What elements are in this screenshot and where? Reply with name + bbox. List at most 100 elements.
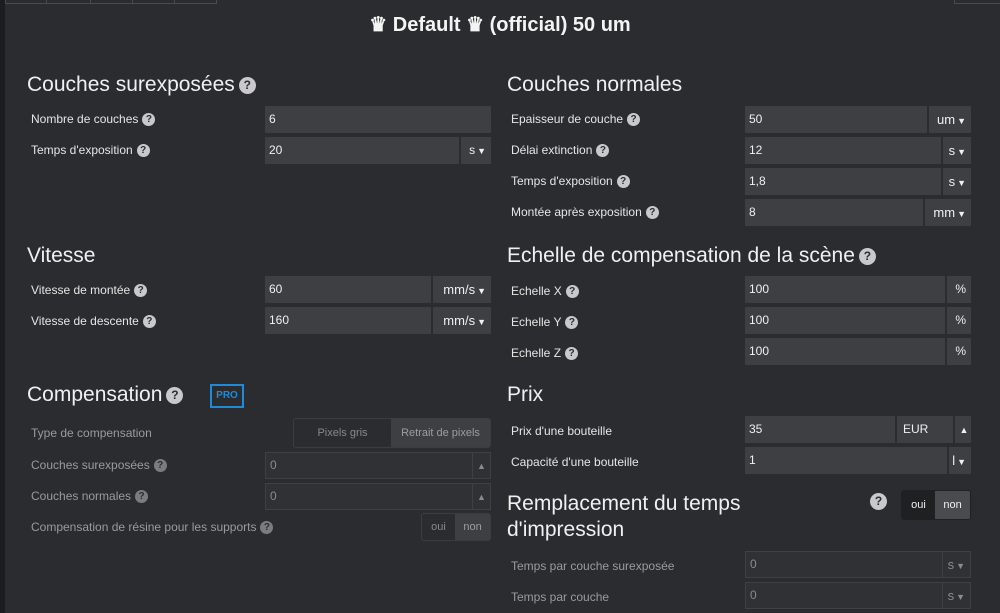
unit-dropdown[interactable]: s ▼ — [941, 137, 971, 164]
help-icon[interactable]: ? — [260, 521, 274, 535]
compensation-type-toggle[interactable]: Pixels gris Retrait de pixels — [293, 418, 491, 448]
section-price: Prix — [507, 383, 544, 406]
label-text: Nombre de couches — [31, 112, 139, 126]
toggle-no[interactable]: non — [455, 514, 490, 540]
unit-label: % — [945, 338, 971, 365]
unit-dropdown[interactable]: mm/s ▼ — [431, 276, 491, 303]
unit-dropdown[interactable]: s ▼ — [941, 168, 971, 195]
top-tab-strip[interactable] — [5, 0, 217, 4]
help-icon[interactable]: ? — [596, 144, 610, 158]
scale-z-input[interactable]: 100 % — [745, 338, 971, 365]
field-value[interactable]: 20 — [265, 137, 459, 164]
field-value[interactable]: 0 — [266, 484, 472, 509]
unit-dropdown[interactable]: s ▼ — [942, 552, 970, 577]
field-value[interactable]: 8 — [745, 199, 923, 226]
help-icon[interactable]: ? — [153, 459, 167, 473]
help-icon[interactable]: ? — [645, 206, 659, 220]
normal-exposure-input[interactable]: 1,8 s ▼ — [745, 168, 971, 195]
help-icon[interactable]: ? — [565, 285, 579, 299]
scale-z-label: Echelle Z? — [511, 345, 579, 361]
burn-exposure-input[interactable]: 20 s ▼ — [265, 137, 491, 164]
spinner[interactable]: ▲ — [953, 416, 971, 443]
section-normal-layers: Couches normales — [507, 73, 683, 96]
currency-select[interactable]: EUR — [895, 416, 953, 443]
help-icon[interactable]: ? — [858, 248, 876, 265]
help-icon[interactable]: ? — [142, 315, 156, 329]
help-icon[interactable]: ? — [142, 113, 156, 127]
scale-y-input[interactable]: 100 % — [745, 307, 971, 334]
field-value[interactable]: 35 — [745, 416, 895, 443]
label-text: Temps d'exposition — [31, 143, 133, 157]
time-override-help[interactable]: ? — [870, 493, 887, 512]
help-icon[interactable]: ? — [134, 284, 148, 298]
help-icon[interactable]: ? — [136, 144, 150, 158]
speed-down-input[interactable]: 160 mm/s ▼ — [265, 307, 491, 334]
burn-time-label: Temps par couche surexposée — [511, 559, 675, 573]
comp-normal-input[interactable]: 0 ▲ — [265, 483, 491, 510]
toggle-yes[interactable]: oui — [902, 491, 936, 519]
field-value[interactable]: 50 — [745, 106, 927, 133]
thickness-input[interactable]: 50 um ▼ — [745, 106, 971, 133]
caret-up-icon: ▲ — [959, 425, 969, 435]
bottle-capacity-input[interactable]: 1 l ▼ — [745, 447, 971, 474]
help-icon[interactable]: ? — [166, 387, 184, 404]
unit-label: % — [945, 276, 971, 303]
unit-dropdown[interactable]: l ▼ — [947, 447, 971, 474]
toggle-no[interactable]: non — [935, 491, 970, 519]
scale-x-label: Echelle X? — [511, 283, 579, 299]
unit-dropdown[interactable]: mm ▼ — [923, 199, 971, 226]
unit-dropdown[interactable]: um ▼ — [927, 106, 971, 133]
field-value[interactable]: 160 — [265, 307, 431, 334]
speed-up-input[interactable]: 60 mm/s ▼ — [265, 276, 491, 303]
field-value[interactable]: 0 — [746, 583, 942, 608]
lift-input[interactable]: 8 mm ▼ — [745, 199, 971, 226]
field-value[interactable]: 0 — [266, 453, 472, 478]
help-icon[interactable]: ? — [238, 77, 256, 94]
scale-x-input[interactable]: 100 % — [745, 276, 971, 303]
spinner[interactable]: ▲ — [472, 453, 490, 478]
help-icon[interactable]: ? — [870, 493, 887, 510]
help-icon[interactable]: ? — [565, 347, 579, 361]
section-title-line2: d'impression — [507, 518, 625, 541]
layer-time-input[interactable]: 0 s ▼ — [745, 582, 971, 609]
label-text: Echelle Z — [511, 346, 562, 360]
help-icon[interactable]: ? — [565, 316, 579, 330]
unit-text: mm — [933, 205, 956, 220]
unit-dropdown[interactable]: s ▼ — [942, 583, 970, 608]
section-burn-layers: Couches surexposées? — [27, 72, 256, 98]
section-title: Compensation — [27, 383, 163, 406]
help-icon[interactable]: ? — [135, 490, 149, 504]
help-icon[interactable]: ? — [627, 113, 641, 127]
help-icon[interactable]: ? — [616, 175, 630, 189]
field-value[interactable]: 6 — [265, 106, 491, 133]
label-text: Vitesse de montée — [31, 283, 131, 297]
burn-time-input[interactable]: 0 s ▼ — [745, 551, 971, 578]
comp-burn-input[interactable]: 0 ▲ — [265, 452, 491, 479]
section-scale: Echelle de compensation de la scène? — [507, 243, 876, 269]
unit-dropdown[interactable]: s ▼ — [459, 137, 491, 164]
field-value[interactable]: 1,8 — [745, 168, 941, 195]
burn-count-input[interactable]: 6 — [265, 106, 491, 133]
top-right-button[interactable] — [954, 0, 1000, 4]
comp-support-toggle[interactable]: oui non — [421, 513, 491, 541]
field-value[interactable]: 100 — [745, 307, 945, 334]
time-override-toggle[interactable]: oui non — [901, 490, 971, 520]
field-value[interactable]: 1 — [745, 447, 947, 474]
option-grey-pixels[interactable]: Pixels gris — [294, 419, 392, 447]
off-delay-label: Délai extinction? — [511, 142, 610, 158]
unit-dropdown[interactable]: mm/s ▼ — [431, 307, 491, 334]
toggle-yes[interactable]: oui — [422, 514, 456, 540]
field-value[interactable]: 60 — [265, 276, 431, 303]
field-value[interactable]: 0 — [746, 552, 942, 577]
caret-down-icon: ▼ — [477, 286, 486, 296]
scale-y-label: Echelle Y? — [511, 314, 579, 330]
option-pixel-erosion[interactable]: Retrait de pixels — [391, 419, 490, 447]
spinner[interactable]: ▲ — [472, 484, 490, 509]
off-delay-input[interactable]: 12 s ▼ — [745, 137, 971, 164]
section-compensation: Compensation? — [27, 382, 184, 408]
field-value[interactable]: 100 — [745, 276, 945, 303]
unit-text: s — [948, 143, 956, 158]
field-value[interactable]: 12 — [745, 137, 941, 164]
field-value[interactable]: 100 — [745, 338, 945, 365]
bottle-price-input[interactable]: 35 EUR ▲ — [745, 416, 971, 443]
